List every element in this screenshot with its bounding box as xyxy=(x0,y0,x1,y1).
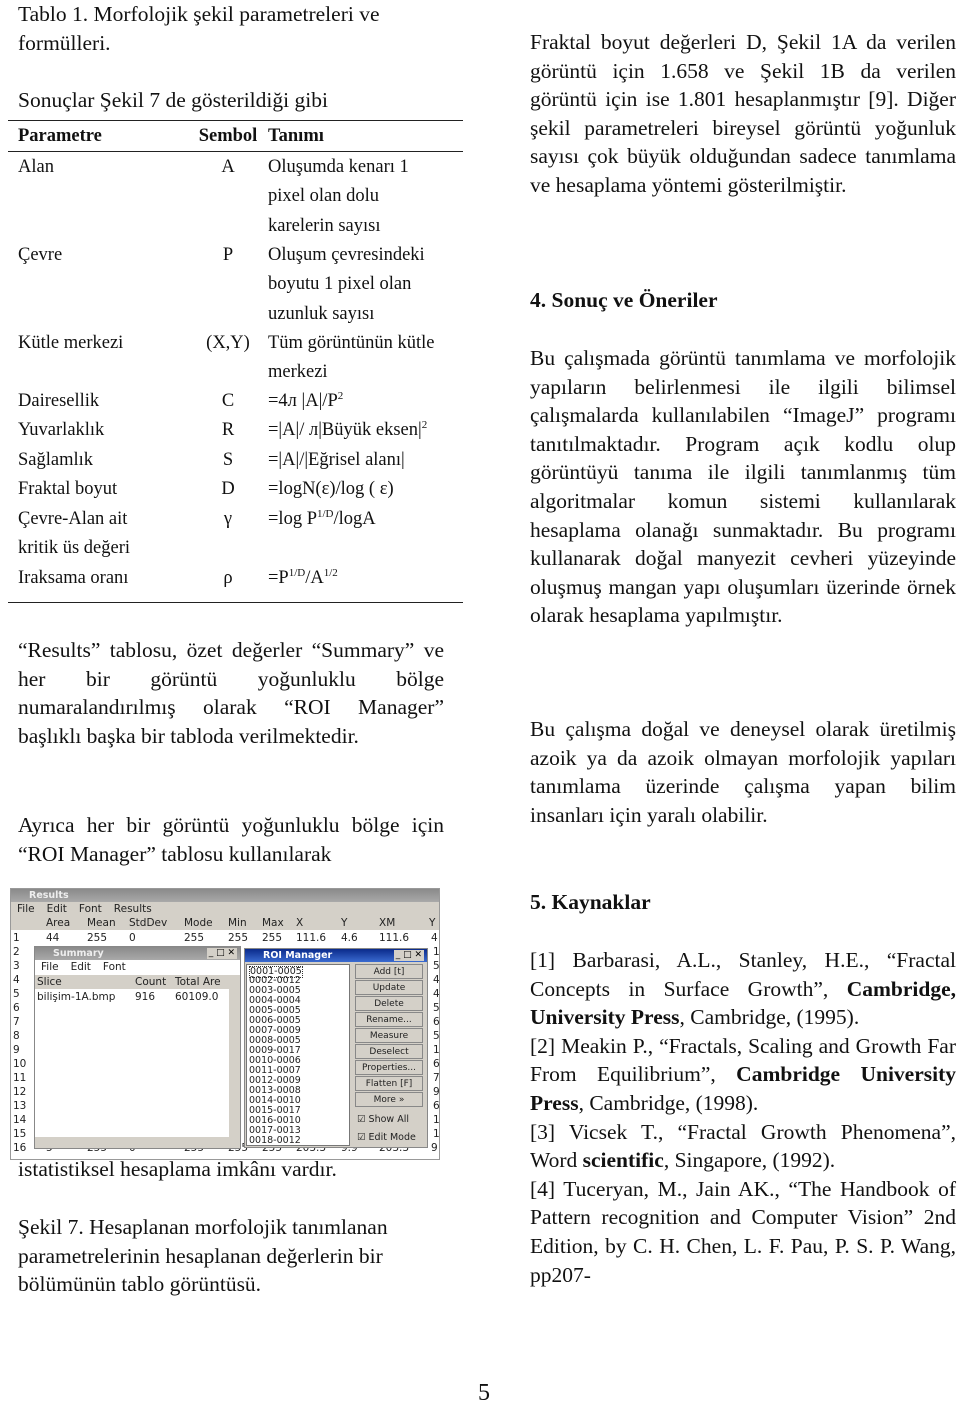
summary-cell: 60109.0 xyxy=(175,991,219,1003)
row-number: 5 xyxy=(13,988,20,1000)
paragraph: Bu çalışma doğal ve deneysel olarak üret… xyxy=(530,717,956,827)
row-number: 6 xyxy=(13,1002,20,1014)
figure-caption: Şekil 7. Hesaplanan morfolojik tanımlana… xyxy=(18,1215,388,1297)
summary-window: Summary _ □ ✕ File Edit Font Slice Count T… xyxy=(34,946,241,1149)
row-number: 3 xyxy=(13,960,20,972)
roi-list-item[interactable]: 0018-0012 xyxy=(249,1136,301,1146)
table-caption: Tablo 1. Morfolojik şekil parametreleri … xyxy=(18,2,380,55)
roi-rename-button[interactable]: Rename... xyxy=(355,1012,423,1027)
results-cell: 5 xyxy=(433,960,440,972)
results-header: Area Mean StdDev Mode Min Max X Y XM Y xyxy=(11,916,439,930)
row-number: 13 xyxy=(13,1100,27,1112)
horizontal-scrollbar[interactable] xyxy=(35,1137,229,1148)
roi-update-button[interactable]: Update xyxy=(355,980,423,995)
results-title-bar: Results xyxy=(11,889,439,902)
roi-list[interactable]: 0001-0005 0002-0012 0003-0005 0004-0004 0005… xyxy=(246,964,350,1146)
paragraph: Ayrıca her bir görüntü yoğunluklu bölge … xyxy=(18,813,444,866)
reference-item: [4] Tuceryan, M., Jain AK., “The Handboo… xyxy=(530,1176,956,1287)
row-number: 9 xyxy=(13,1044,20,1056)
reference-item: [2] Meakin P., “Fractals, Scaling and Gr… xyxy=(530,1033,956,1115)
roi-properties-button[interactable]: Properties... xyxy=(355,1060,423,1075)
table-top-rule xyxy=(8,120,463,121)
row-number: 15 xyxy=(13,1128,27,1140)
summary-menu: File Edit Font xyxy=(35,960,240,974)
checkbox-icon[interactable]: ☑ xyxy=(357,1132,369,1143)
roi-delete-button[interactable]: Delete xyxy=(355,996,423,1011)
paragraph: istatistiksel hesaplama imkânı vardır. xyxy=(18,1157,337,1181)
paragraph: Bu çalışmada görüntü tanımlama ve morfol… xyxy=(530,346,956,628)
reference-item: [3] Vicsek T., “Fractal Growth Phenomena… xyxy=(530,1119,956,1173)
summary-cell: 916 xyxy=(135,991,156,1003)
vertical-scrollbar[interactable] xyxy=(229,975,240,1148)
roi-add-t-button[interactable]: Add [t] xyxy=(355,964,423,979)
roi-flatten-f-button[interactable]: Flatten [F] xyxy=(355,1076,423,1091)
roi-deselect-button[interactable]: Deselect xyxy=(355,1044,423,1059)
row-number: 2 xyxy=(13,946,20,958)
summary-cell: bilişim-1A.bmp xyxy=(37,991,116,1003)
roi-checkbox[interactable]: ☑ Edit Mode xyxy=(357,1132,416,1143)
intro-line: Sonuçlar Şekil 7 de gösterildiği gibi xyxy=(18,88,328,112)
summary-header: Slice Count Total Are xyxy=(35,975,240,989)
row-number: 7 xyxy=(13,1016,20,1028)
figure-7-screenshot: Results File Edit Font Results Area Mean St… xyxy=(10,888,440,1160)
results-cell: 4 xyxy=(433,974,440,986)
checkbox-label: Edit Mode xyxy=(368,1132,416,1143)
results-cell: 5 xyxy=(433,1002,440,1014)
row-number: 10 xyxy=(13,1058,27,1070)
roi-checkbox[interactable]: ☑ Show All xyxy=(357,1114,409,1125)
section-heading: 5. Kaynaklar xyxy=(530,890,651,914)
paragraph: Fraktal boyut değerleri D, Şekil 1A da v… xyxy=(530,30,956,197)
roi-manager-window: ROI Manager _ □ ✕ 0001-0005 0002-0012 0003… xyxy=(244,948,428,1148)
results-menu: File Edit Font Results xyxy=(11,902,439,916)
results-cell: 9 xyxy=(433,1086,440,1098)
checkbox-label: Show All xyxy=(368,1114,409,1125)
row-number: 14 xyxy=(13,1114,27,1126)
roi-buttons: Add [t] Update Delete Rename... Measure Desel… xyxy=(353,964,427,1146)
roi-more-button[interactable]: More » xyxy=(355,1092,423,1107)
table-header-rule xyxy=(8,151,463,152)
roi-measure-button[interactable]: Measure xyxy=(355,1028,423,1043)
paragraph: “Results” tablosu, özet değerler “Summar… xyxy=(18,638,444,748)
results-cell: 1 xyxy=(433,1044,440,1056)
row-number: 11 xyxy=(13,1072,27,1084)
row-number: 8 xyxy=(13,1030,20,1042)
results-cell: 1 xyxy=(433,946,440,958)
results-cell: 6 xyxy=(433,1058,440,1070)
section-heading: 4. Sonuç ve Öneriler xyxy=(530,288,718,312)
results-cell: 1 xyxy=(433,1128,440,1140)
reference-list: [1] Barbarasi, A.L., Stanley, H.E., “Fra… xyxy=(530,946,956,1289)
table-bottom-rule xyxy=(8,602,463,603)
results-cell: 6 xyxy=(433,1100,440,1112)
row-number: 4 xyxy=(13,974,20,986)
row-number: 12 xyxy=(13,1086,27,1098)
results-cell: 6 xyxy=(433,1016,440,1028)
results-cell: 1 xyxy=(433,1114,440,1126)
checkbox-icon[interactable]: ☑ xyxy=(357,1114,369,1125)
row-number: 1 xyxy=(13,932,20,944)
window-controls-icon[interactable]: _ □ ✕ xyxy=(393,950,424,961)
reference-item: [1] Barbarasi, A.L., Stanley, H.E., “Fra… xyxy=(530,948,956,1030)
window-controls-icon[interactable]: _ □ ✕ xyxy=(206,948,237,959)
page-number: 5 xyxy=(478,1380,490,1406)
results-cell: 7 xyxy=(433,1072,440,1084)
results-cell: 4 xyxy=(433,988,440,1000)
row-number: 16 xyxy=(13,1142,27,1154)
results-cell: 5 xyxy=(433,1030,440,1042)
